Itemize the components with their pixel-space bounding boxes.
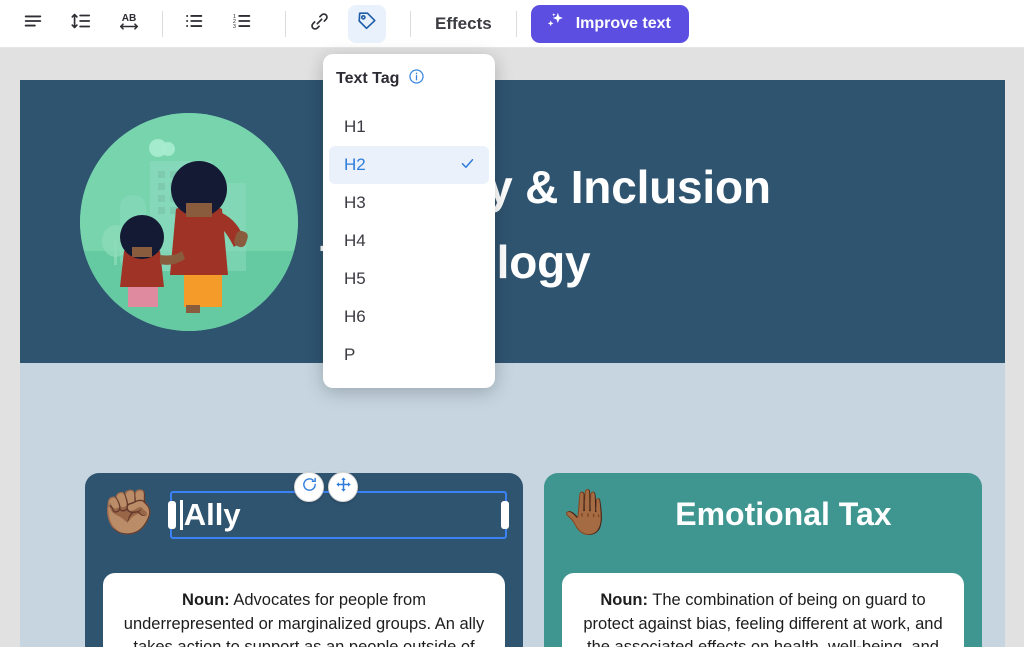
dropdown-item-label: H6 (344, 307, 366, 327)
rotate-handle[interactable] (294, 472, 324, 502)
tag-icon (356, 10, 378, 37)
part-of-speech-label: Noun: (600, 591, 648, 609)
dropdown-item-label: P (344, 345, 355, 365)
dropdown-item-h5[interactable]: H5 (329, 260, 489, 298)
definition-text: Advocates for people from underrepresent… (124, 591, 484, 647)
svg-text:AB: AB (122, 13, 137, 24)
numbered-list-button[interactable]: 1 2 3 (223, 5, 261, 43)
effects-button[interactable]: Effects (425, 8, 502, 40)
rotate-icon (301, 476, 318, 498)
sparkles-icon (545, 10, 567, 37)
raised-fist-emoji: ✊🏽 (101, 491, 156, 535)
toolbar-divider-4 (516, 11, 517, 37)
numbered-list-icon: 1 2 3 (231, 10, 253, 37)
link-icon (309, 11, 330, 37)
card-header: 🤚🏾 Emotional Tax (544, 473, 982, 543)
line-height-icon (70, 10, 92, 37)
text-tag-dropdown[interactable]: Text Tag H1 H2 H3 H4 H5 H6 P (323, 54, 495, 388)
letter-spacing-button[interactable]: AB (110, 5, 148, 43)
info-icon[interactable] (408, 68, 425, 90)
dropdown-item-h2[interactable]: H2 (329, 146, 489, 184)
toolbar-divider-3 (410, 11, 411, 37)
dropdown-title: Text Tag (336, 70, 399, 88)
dropdown-item-label: H3 (344, 193, 366, 213)
move-icon (335, 476, 352, 498)
check-icon (460, 156, 475, 175)
text-align-button[interactable] (14, 5, 52, 43)
bulleted-list-button[interactable] (175, 5, 213, 43)
text-caret (180, 500, 183, 530)
card-title-wrapper: Emotional Tax (629, 496, 966, 533)
text-tag-button[interactable] (348, 5, 386, 43)
move-handle[interactable] (328, 472, 358, 502)
selection-handles (294, 472, 358, 502)
card-definition-ally[interactable]: Noun: Advocates for people from underrep… (103, 573, 505, 647)
dropdown-item-label: H4 (344, 231, 366, 251)
card-title-ally[interactable]: Ally (184, 497, 241, 533)
link-button[interactable] (300, 5, 338, 43)
card-definition-emotional-tax[interactable]: Noun: The combination of being on guard … (562, 573, 964, 647)
editor-toolbar: AB 1 2 3 (0, 0, 1024, 48)
dropdown-item-h3[interactable]: H3 (329, 184, 489, 222)
dropdown-item-h4[interactable]: H4 (329, 222, 489, 260)
dropdown-item-p[interactable]: P (329, 336, 489, 374)
document-canvas[interactable]: Diversity & Inclusion Terminology ✊🏽 All… (20, 80, 1005, 647)
hand-with-heart-emoji: 🤚🏾 (560, 491, 615, 535)
bulleted-list-icon (183, 10, 205, 37)
card-title-emotional-tax[interactable]: Emotional Tax (675, 496, 891, 532)
dropdown-item-label: H1 (344, 117, 366, 137)
dropdown-item-label: H5 (344, 269, 366, 289)
line-height-button[interactable] (62, 5, 100, 43)
dropdown-item-h6[interactable]: H6 (329, 298, 489, 336)
dropdown-item-label: H2 (344, 155, 366, 175)
improve-text-button[interactable]: Improve text (531, 5, 689, 43)
term-card-emotional-tax[interactable]: 🤚🏾 Emotional Tax Noun: The combination o… (544, 473, 982, 647)
dropdown-header: Text Tag (323, 66, 495, 108)
toolbar-divider-2 (285, 11, 286, 37)
selection-handle-left[interactable] (168, 501, 176, 529)
family-illustration[interactable] (80, 113, 298, 331)
selection-handle-right[interactable] (501, 501, 509, 529)
dropdown-item-h1[interactable]: H1 (329, 108, 489, 146)
svg-text:3: 3 (233, 24, 236, 30)
improve-text-label: Improve text (576, 15, 671, 33)
letter-spacing-icon: AB (118, 10, 140, 37)
text-align-icon (22, 10, 44, 37)
toolbar-divider-1 (162, 11, 163, 37)
part-of-speech-label: Noun: (182, 591, 230, 609)
